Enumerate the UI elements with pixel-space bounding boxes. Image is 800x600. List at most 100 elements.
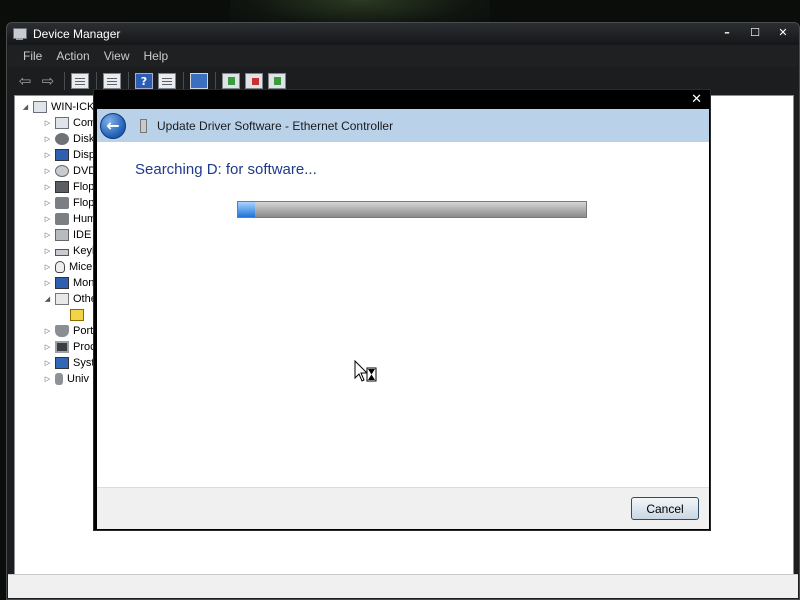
expand-icon[interactable]: ▷: [43, 119, 52, 127]
network-device-icon: [140, 118, 147, 133]
computer-icon: [33, 101, 47, 113]
monitor-icon: [55, 277, 69, 289]
display-icon: [55, 149, 69, 161]
ide-icon: [55, 229, 69, 241]
toolbar-separator: [96, 72, 97, 90]
tree-item[interactable]: ▷ Disp: [43, 147, 95, 163]
dialog-title: Update Driver Software - Ethernet Contro…: [157, 118, 394, 133]
tree-item[interactable]: ▷ Univ: [43, 371, 89, 387]
maximize-icon[interactable]: ☐: [749, 26, 761, 39]
expand-icon[interactable]: ▷: [43, 327, 52, 335]
tree-root[interactable]: ◢ WIN-ICK: [21, 99, 94, 115]
tree-item-label: Disk: [73, 133, 95, 145]
window-controls: – ☐ ✕: [721, 26, 789, 39]
expand-icon[interactable]: ▷: [43, 247, 52, 255]
dvd-icon: [55, 165, 69, 177]
expand-icon[interactable]: ▷: [43, 231, 52, 239]
device-manager-icon: [12, 27, 28, 41]
title-bar[interactable]: Device Manager – ☐ ✕: [7, 23, 799, 45]
tree-item-label: Univ: [67, 373, 90, 385]
port-icon: [55, 325, 69, 337]
expand-icon[interactable]: ▷: [43, 135, 52, 143]
tree-item[interactable]: ▷ Mice: [43, 259, 92, 275]
back-arrow-icon[interactable]: ⇦: [16, 73, 34, 89]
expand-icon[interactable]: ▷: [43, 263, 52, 271]
expand-icon[interactable]: ▷: [43, 343, 52, 351]
minimize-icon[interactable]: –: [721, 26, 733, 39]
tree-item[interactable]: ▷ Syst: [43, 355, 94, 371]
search-status-heading: Searching D: for software...: [135, 161, 317, 178]
expand-icon[interactable]: ▷: [43, 359, 52, 367]
dialog-footer: Cancel: [97, 487, 709, 529]
scan-hardware-icon[interactable]: [190, 73, 208, 89]
expand-icon[interactable]: ▷: [43, 151, 52, 159]
tree-item[interactable]: ◢ Othe: [43, 291, 97, 307]
back-button[interactable]: ←: [100, 112, 126, 139]
progress-fill: [238, 202, 256, 217]
forward-arrow-icon[interactable]: ⇨: [39, 73, 57, 89]
tree-item[interactable]: ▷ Hum: [43, 211, 96, 227]
expand-icon[interactable]: ▷: [43, 167, 52, 175]
collapse-icon[interactable]: ◢: [21, 103, 30, 111]
collapse-icon[interactable]: ◢: [43, 295, 52, 303]
tree-item-label: Flop: [73, 181, 95, 193]
tree-item[interactable]: ▷ Proc: [43, 339, 96, 355]
toolbar-separator: [215, 72, 216, 90]
status-bar: [8, 574, 798, 598]
monitor-view-icon[interactable]: [158, 73, 176, 89]
menu-help[interactable]: Help: [137, 49, 176, 63]
console-icon[interactable]: [103, 73, 121, 89]
usb-icon: [55, 373, 63, 385]
help-icon[interactable]: ?: [135, 73, 153, 89]
dialog-body: ← Update Driver Software - Ethernet Cont…: [97, 109, 709, 529]
tree-item[interactable]: ▷ DVD: [43, 163, 96, 179]
progress-bar: [237, 201, 587, 218]
menu-bar: File Action View Help: [8, 45, 798, 67]
tree-item[interactable]: ▷ Flop: [43, 195, 94, 211]
expand-icon[interactable]: ▷: [43, 279, 52, 287]
hid-icon: [55, 213, 69, 225]
keyboard-icon: [55, 249, 69, 256]
window-title: Device Manager: [33, 27, 121, 41]
menu-file[interactable]: File: [16, 49, 49, 63]
tree-item-label: Mice: [69, 261, 93, 273]
dialog-close-icon[interactable]: ✕: [691, 92, 702, 107]
menu-view[interactable]: View: [97, 49, 137, 63]
tree-item-label: Flop: [73, 197, 95, 209]
tree-item[interactable]: ▷ Mon: [43, 275, 94, 291]
tree-item-ethernet[interactable]: [67, 307, 88, 323]
cancel-button[interactable]: Cancel: [631, 497, 699, 520]
uninstall-icon[interactable]: [245, 73, 263, 89]
update-driver-dialog: ✕ ← Update Driver Software - Ethernet Co…: [93, 89, 711, 531]
other-devices-icon: [55, 293, 69, 305]
tree-item-label: Disp: [73, 149, 96, 161]
tree-item[interactable]: ▷ Port: [43, 323, 93, 339]
close-icon[interactable]: ✕: [777, 26, 789, 39]
disk-icon: [55, 133, 69, 145]
expand-icon[interactable]: ▷: [43, 375, 52, 383]
tree-item-label: Port: [73, 325, 94, 337]
tree-item[interactable]: ▷ Com: [43, 115, 96, 131]
expand-icon[interactable]: ▷: [43, 183, 52, 191]
tree-root-label: WIN-ICK: [51, 101, 95, 113]
tree-item[interactable]: ▷ Flop: [43, 179, 94, 195]
computer-icon: [55, 117, 69, 129]
floppy-controller-icon: [55, 197, 69, 209]
floppy-icon: [55, 181, 69, 193]
properties-icon[interactable]: [71, 73, 89, 89]
mouse-icon: [55, 261, 65, 273]
toolbar-separator: [183, 72, 184, 90]
update-driver-icon[interactable]: [222, 73, 240, 89]
toolbar-separator: [128, 72, 129, 90]
toolbar-separator: [64, 72, 65, 90]
tree-item[interactable]: ▷ Keyb: [43, 243, 98, 259]
menu-action[interactable]: Action: [49, 49, 96, 63]
warning-device-icon: [70, 309, 84, 321]
expand-icon[interactable]: ▷: [43, 199, 52, 207]
expand-icon[interactable]: ▷: [43, 215, 52, 223]
system-icon: [55, 357, 69, 369]
disable-icon[interactable]: [268, 73, 286, 89]
busy-cursor-icon: [354, 360, 377, 382]
tree-item[interactable]: ▷ Disk: [43, 131, 94, 147]
tree-item[interactable]: ▷ IDE: [43, 227, 91, 243]
